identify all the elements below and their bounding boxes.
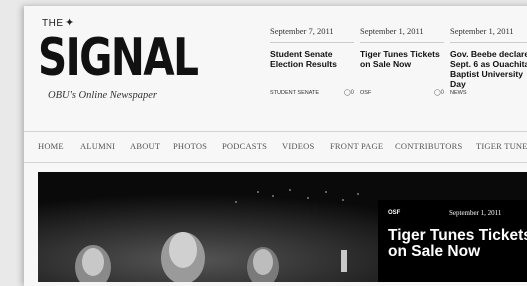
nav-home[interactable]: HOME — [38, 141, 64, 151]
story-category[interactable]: OSF — [360, 90, 371, 96]
story-title[interactable]: Tiger Tunes Tickets on Sale Now — [360, 49, 444, 69]
story-title[interactable]: Gov. Beebe declares Sept. 6 as Ouachita … — [450, 49, 527, 89]
featured-date: September 1, 2011 — [449, 209, 502, 217]
story-date: September 1, 2011 — [450, 26, 527, 43]
featured-caption-panel[interactable]: OSF September 1, 2011 Tiger Tunes Ticket… — [378, 200, 527, 282]
logo-wordmark: SIGNAL — [38, 28, 199, 88]
main-nav: HOME ALUMNI ABOUT PHOTOS PODCASTS VIDEOS… — [24, 131, 527, 163]
story-date: September 1, 2011 — [360, 26, 444, 43]
story-meta: OSF ◯0 — [360, 90, 444, 96]
comment-count[interactable]: ◯0 — [344, 89, 354, 96]
speech-bubble-icon: ◯ — [343, 90, 351, 96]
story-item[interactable]: September 1, 2011 Tiger Tunes Tickets on… — [360, 26, 444, 96]
nav-photos[interactable]: PHOTOS — [173, 141, 207, 151]
nav-alumni[interactable]: ALUMNI — [80, 141, 115, 151]
page: THE ✦ SIGNAL OBU's Online Newspaper Sept… — [24, 6, 527, 286]
featured-title[interactable]: Tiger Tunes Tickets on Sale Now — [388, 228, 527, 260]
story-item[interactable]: September 7, 2011 Student Senate Electio… — [270, 26, 354, 96]
top-stories: September 7, 2011 Student Senate Electio… — [270, 26, 527, 106]
story-title[interactable]: Student Senate Election Results — [270, 49, 354, 69]
story-category[interactable]: STUDENT SENATE — [270, 90, 319, 96]
nav-front-page[interactable]: FRONT PAGE — [330, 141, 383, 151]
story-category[interactable]: NEWS — [450, 90, 467, 96]
comment-count-value: 0 — [350, 90, 354, 96]
logo-tagline: OBU's Online Newspaper — [48, 90, 157, 101]
story-meta: STUDENT SENATE ◯0 — [270, 90, 354, 96]
comment-count[interactable]: ◯0 — [434, 89, 444, 96]
site-logo[interactable]: THE ✦ SIGNAL OBU's Online Newspaper — [38, 17, 248, 108]
nav-tiger-tunes[interactable]: TIGER TUNES — [476, 141, 527, 151]
nav-podcasts[interactable]: PODCASTS — [222, 141, 267, 151]
comment-count-value: 0 — [440, 90, 444, 96]
story-meta: NEWS ◯ — [450, 90, 527, 96]
speech-bubble-icon: ◯ — [433, 90, 441, 96]
story-date: September 7, 2011 — [270, 26, 354, 43]
nav-contributors[interactable]: CONTRIBUTORS — [395, 141, 462, 151]
nav-videos[interactable]: VIDEOS — [282, 141, 314, 151]
nav-about[interactable]: ABOUT — [130, 141, 160, 151]
featured-category[interactable]: OSF — [388, 210, 400, 216]
story-item[interactable]: September 1, 2011 Gov. Beebe declares Se… — [450, 26, 527, 96]
